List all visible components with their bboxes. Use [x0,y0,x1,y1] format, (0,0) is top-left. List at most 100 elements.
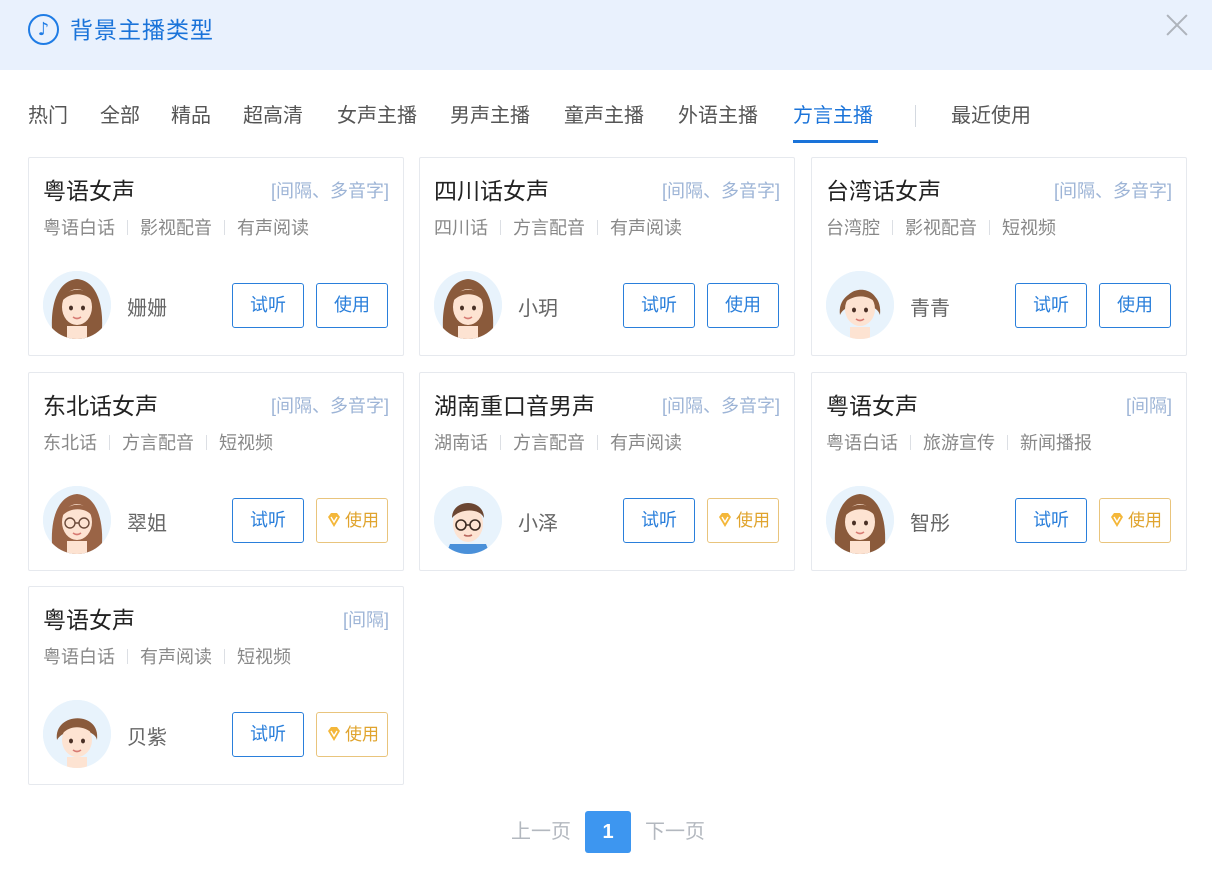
card-features: [间隔、多音字] [1053,181,1172,201]
tag-divider [910,434,911,450]
tag-divider [224,648,225,664]
tab-ultra-hd[interactable]: 超高清 [243,97,303,135]
card-tags: 粤语白话 影视配音 有声阅读 [43,214,309,240]
avatar [434,271,502,339]
page-number-current[interactable]: 1 [585,811,631,853]
avatar [43,271,111,339]
tab-recent[interactable]: 最近使用 [951,97,1031,135]
tag-divider [892,219,893,235]
card-features: [间隔、多音字] [270,181,389,201]
card-features: [间隔] [1125,396,1172,416]
preview-button[interactable]: 试听 [623,283,695,328]
tab-all[interactable]: 全部 [100,97,140,135]
tag-divider [989,219,990,235]
card-title: 粤语女声 [826,393,918,419]
tag: 有声阅读 [237,218,309,238]
anchor-name: 贝紫 [127,727,167,749]
anchor-card: 粤语女声 [间隔、多音字] 粤语白话 影视配音 有声阅读 姗姗 试听 使用 [28,157,404,356]
vip-diamond-icon [716,511,734,529]
avatar [43,486,111,554]
close-icon[interactable] [1162,10,1192,40]
anchor-name: 小玥 [518,298,558,320]
music-note-icon: ♪ [28,14,59,45]
anchor-card: 粤语女声 [间隔] 粤语白话 旅游宣传 新闻播报 智彤 试听 使用 [811,372,1187,571]
use-label: 使用 [345,725,379,744]
tag: 短视频 [1002,218,1056,238]
anchor-name: 姗姗 [127,298,167,320]
tab-divider [915,105,916,127]
vip-use-button[interactable]: 使用 [316,712,388,757]
tab-foreign-anchor[interactable]: 外语主播 [678,97,758,135]
use-label: 使用 [1128,511,1162,530]
card-tags: 粤语白话 旅游宣传 新闻播报 [826,429,1092,455]
tag-divider [500,219,501,235]
tab-male-anchor[interactable]: 男声主播 [450,97,530,135]
tag: 影视配音 [140,218,212,238]
card-title: 四川话女声 [434,178,549,204]
card-features: [间隔] [342,610,389,630]
anchor-name: 青青 [910,298,950,320]
vip-use-button[interactable]: 使用 [316,498,388,543]
tag: 东北话 [43,433,97,453]
tag: 新闻播报 [1020,433,1092,453]
card-features: [间隔、多音字] [661,181,780,201]
card-features: [间隔、多音字] [661,396,780,416]
tab-hot[interactable]: 热门 [28,97,68,135]
next-page-button[interactable]: 下一页 [645,811,705,853]
use-label: 使用 [345,511,379,530]
vip-use-button[interactable]: 使用 [707,498,779,543]
tag-divider [224,219,225,235]
card-title: 粤语女声 [43,178,135,204]
card-tags: 粤语白话 有声阅读 短视频 [43,643,291,669]
tag: 粤语白话 [43,647,115,667]
tag: 台湾腔 [826,218,880,238]
preview-button[interactable]: 试听 [232,498,304,543]
card-tags: 四川话 方言配音 有声阅读 [434,214,682,240]
card-title: 东北话女声 [43,393,158,419]
tag: 方言配音 [513,218,585,238]
card-tags: 湖南话 方言配音 有声阅读 [434,429,682,455]
vip-use-button[interactable]: 使用 [1099,498,1171,543]
vip-diamond-icon [1108,511,1126,529]
tag: 方言配音 [513,433,585,453]
tab-child-anchor[interactable]: 童声主播 [564,97,644,135]
tag: 方言配音 [122,433,194,453]
avatar [434,486,502,554]
active-tab-indicator [793,140,878,143]
card-title: 湖南重口音男声 [434,393,595,419]
anchor-name: 翠姐 [127,513,167,535]
card-title: 台湾话女声 [826,178,941,204]
prev-page-button[interactable]: 上一页 [511,811,571,853]
card-features: [间隔、多音字] [270,396,389,416]
use-button[interactable]: 使用 [1099,283,1171,328]
anchor-card: 台湾话女声 [间隔、多音字] 台湾腔 影视配音 短视频 青青 试听 使用 [811,157,1187,356]
vip-diamond-icon [325,725,343,743]
preview-button[interactable]: 试听 [1015,283,1087,328]
tag: 有声阅读 [140,647,212,667]
preview-button[interactable]: 试听 [232,283,304,328]
tag: 旅游宣传 [923,433,995,453]
use-button[interactable]: 使用 [707,283,779,328]
anchor-card: 四川话女声 [间隔、多音字] 四川话 方言配音 有声阅读 小玥 试听 使用 [419,157,795,356]
preview-button[interactable]: 试听 [1015,498,1087,543]
tag: 湖南话 [434,433,488,453]
use-label: 使用 [736,511,770,530]
tag: 短视频 [219,433,273,453]
avatar [826,271,894,339]
tag-divider [500,434,501,450]
preview-button[interactable]: 试听 [232,712,304,757]
tab-female-anchor[interactable]: 女声主播 [337,97,417,135]
tag-divider [206,434,207,450]
tag-divider [127,648,128,664]
card-tags: 台湾腔 影视配音 短视频 [826,214,1056,240]
tag: 粤语白话 [43,218,115,238]
tab-premium[interactable]: 精品 [171,97,211,135]
tab-dialect-anchor[interactable]: 方言主播 [793,97,873,135]
tag-divider [597,219,598,235]
use-button[interactable]: 使用 [316,283,388,328]
preview-button[interactable]: 试听 [623,498,695,543]
avatar [826,486,894,554]
tag: 有声阅读 [610,218,682,238]
tag: 影视配音 [905,218,977,238]
anchor-card: 粤语女声 [间隔] 粤语白话 有声阅读 短视频 贝紫 试听 使用 [28,586,404,785]
